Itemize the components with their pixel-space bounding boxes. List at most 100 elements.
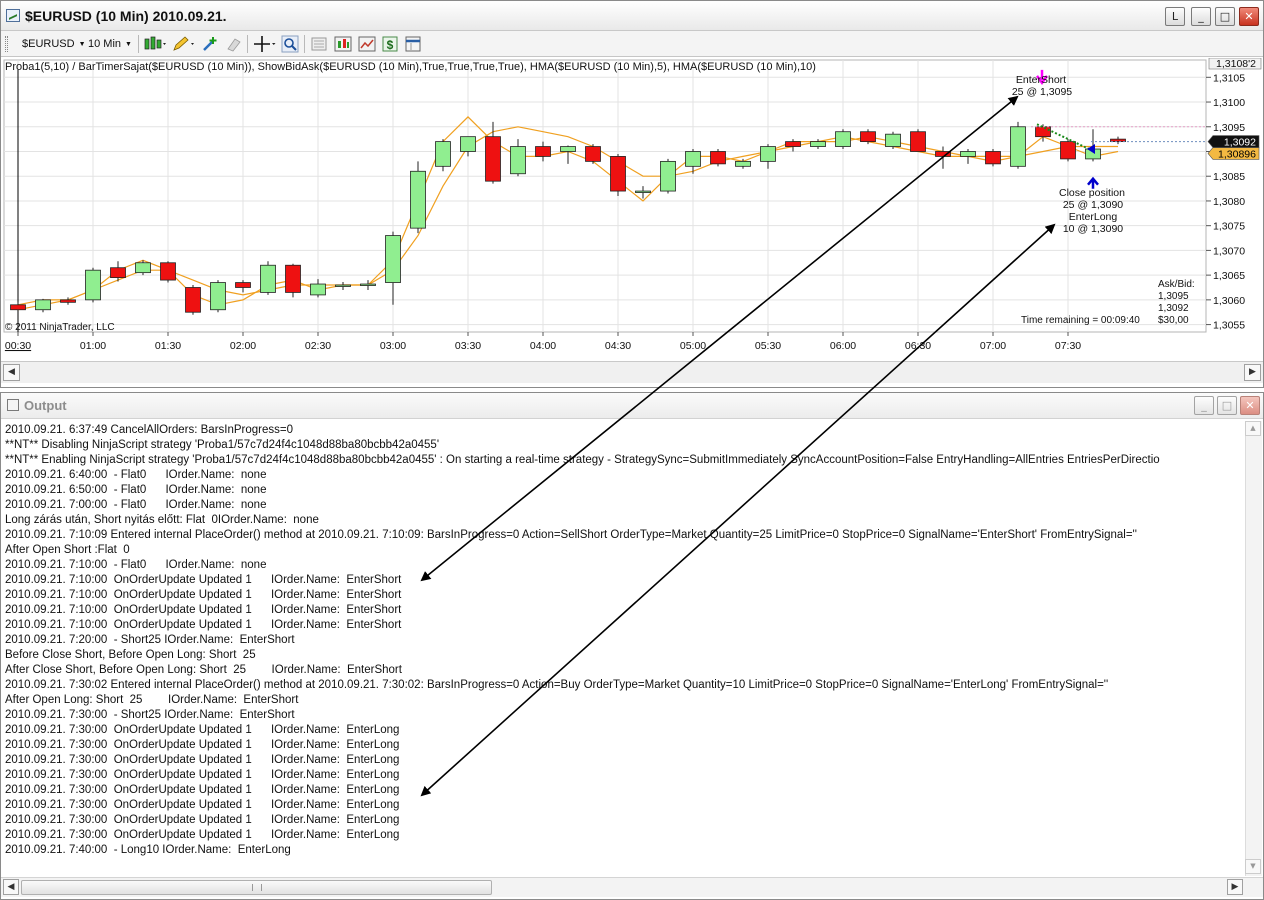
x-tick-label: 04:00 (530, 340, 556, 352)
chart-plot-area[interactable]: 00:30 01:00 01:30 02:00 02:30 03:00 03:30 04:00… (1, 57, 1263, 360)
candle-up (310, 283, 326, 296)
scroll-left-icon[interactable]: ◀ (3, 364, 20, 381)
candle-up (135, 262, 151, 274)
candle-down (610, 156, 626, 192)
order-ticket-icon[interactable]: $ (381, 35, 399, 53)
log-line: **NT** Enabling NinjaScript strategy 'Pr… (5, 454, 1160, 466)
toolbar-grip[interactable] (5, 36, 8, 52)
output-window: Output _ □ ✕ 2010.09.21. 6:37:49 CancelA… (0, 392, 1264, 900)
candle-up (960, 151, 976, 157)
candle-up (210, 282, 226, 311)
log-line: Long zárás után, Short nyitás előtt: Fla… (5, 514, 319, 526)
instrument-selector[interactable]: $EURUSD ▼ (22, 35, 86, 53)
candle-up (460, 136, 476, 152)
log-line: 2010.09.21. 7:30:00 OnOrderUpdate Update… (5, 829, 400, 841)
indicator-caption: Proba1(5,10) / BarTimerSajat($EURUSD (10… (5, 61, 816, 73)
candle-up (735, 160, 751, 167)
minimize-button[interactable]: _ (1194, 396, 1214, 415)
spread-value: $30,00 (1158, 315, 1189, 326)
log-line: After Close Short, Before Open Long: Sho… (5, 664, 402, 676)
candle-down (110, 267, 126, 279)
link-button[interactable]: L (1165, 7, 1185, 26)
candle-down (60, 299, 76, 303)
candle-up (835, 131, 851, 147)
x-tick-label: 06:00 (830, 340, 856, 352)
scrollbar-thumb[interactable] (21, 880, 492, 895)
enter-long-detail: 10 @ 1,3090 (1063, 223, 1123, 235)
candle-up (35, 299, 51, 311)
candle-down (185, 287, 201, 313)
candle-up (85, 269, 101, 301)
maximize-button[interactable]: □ (1215, 7, 1235, 26)
candle-up (635, 190, 651, 193)
eraser-icon[interactable] (225, 35, 243, 53)
data-box-icon[interactable] (310, 35, 328, 53)
y-tick-label: 1,3080 (1213, 196, 1245, 208)
candle-down (535, 146, 551, 157)
close-button[interactable]: ✕ (1239, 7, 1259, 26)
close-button[interactable]: ✕ (1240, 396, 1260, 415)
bar-timer-label: Time remaining = 00:09:40 (1021, 315, 1140, 326)
candle-up (685, 151, 701, 167)
output-vertical-scrollbar[interactable]: ▲ ▼ (1245, 421, 1262, 876)
candle-down (160, 262, 176, 281)
log-line: 2010.09.21. 7:10:00 OnOrderUpdate Update… (5, 619, 402, 631)
candle-down (285, 264, 301, 293)
chart-window-title: $EURUSD (10 Min) 2010.09.21. (25, 8, 227, 24)
output-horizontal-scrollbar[interactable]: ◀ ▶ (1, 877, 1263, 897)
scroll-up-icon[interactable]: ▲ (1245, 421, 1261, 436)
bid-price: 1,3092 (1158, 303, 1189, 314)
output-log[interactable]: 2010.09.21. 6:37:49 CancelAllOrders: Bar… (5, 423, 1243, 875)
maximize-button[interactable]: □ (1217, 396, 1237, 415)
close-position-detail: 25 @ 1,3090 (1063, 199, 1123, 211)
candle-up (1010, 126, 1026, 167)
x-tick-label: 05:00 (680, 340, 706, 352)
minimize-button[interactable]: _ (1191, 7, 1211, 26)
candle-down (910, 131, 926, 152)
strategies-icon[interactable] (334, 35, 352, 53)
candle-down (585, 146, 601, 162)
scroll-right-icon[interactable]: ▶ (1227, 879, 1243, 895)
candle-up (760, 146, 776, 162)
properties-icon[interactable] (404, 35, 422, 53)
scroll-right-icon[interactable]: ▶ (1244, 364, 1261, 381)
enter-short-detail: 25 @ 1,3095 (1012, 86, 1072, 98)
close-position-label: Close position (1059, 187, 1125, 199)
indicators-icon[interactable] (358, 35, 376, 53)
pencil-draw-icon[interactable] (171, 35, 195, 53)
scroll-left-icon[interactable]: ◀ (3, 879, 19, 895)
scroll-down-icon[interactable]: ▼ (1245, 859, 1261, 874)
x-tick-label: 02:00 (230, 340, 256, 352)
interval-selector[interactable]: 10 Min ▼ (88, 35, 132, 53)
candle-up (885, 133, 901, 147)
copyright-notice: © 2011 NinjaTrader, LLC (5, 322, 115, 333)
log-line: 2010.09.21. 7:30:00 OnOrderUpdate Update… (5, 814, 400, 826)
chart-horizontal-scrollbar[interactable]: ◀ ▶ (1, 361, 1263, 383)
svg-text:$: $ (387, 38, 394, 52)
chart-toolbar: $EURUSD ▼ 10 Min ▼ $ (1, 31, 1263, 57)
y-tick-label: 1,3070 (1213, 245, 1245, 257)
candle-down (10, 304, 26, 311)
log-line: 2010.09.21. 7:30:00 OnOrderUpdate Update… (5, 769, 400, 781)
x-tick-label: 03:00 (380, 340, 406, 352)
candle-down (935, 151, 951, 157)
plot-frame (3, 59, 1207, 333)
x-tick-label: 06:30 (905, 340, 931, 352)
candlestick-style-icon[interactable] (143, 35, 167, 53)
chart-titlebar[interactable]: $EURUSD (10 Min) 2010.09.21. L _ □ ✕ (1, 1, 1263, 31)
output-window-icon (7, 399, 19, 411)
y-tick-label: 1,3100 (1213, 97, 1245, 109)
low-price-flag: 1,30896 (1218, 148, 1256, 160)
crosshair-icon[interactable] (253, 35, 277, 53)
candle-down (235, 282, 251, 288)
crosshair-plus-icon[interactable] (201, 35, 219, 53)
toolbar-divider (247, 35, 248, 53)
log-line: 2010.09.21. 7:10:09 Entered internal Pla… (5, 529, 1137, 541)
output-titlebar[interactable]: Output _ □ ✕ (1, 393, 1263, 419)
zoom-icon[interactable] (281, 35, 299, 53)
candle-up (385, 235, 401, 283)
log-line: 2010.09.21. 7:30:02 Entered internal Pla… (5, 679, 1109, 691)
enter-long-label: EnterLong (1069, 211, 1118, 223)
last-price-flag: 1,3092 (1224, 137, 1256, 149)
desktop: $EURUSD (10 Min) 2010.09.21. L _ □ ✕ $EU… (0, 0, 1264, 900)
